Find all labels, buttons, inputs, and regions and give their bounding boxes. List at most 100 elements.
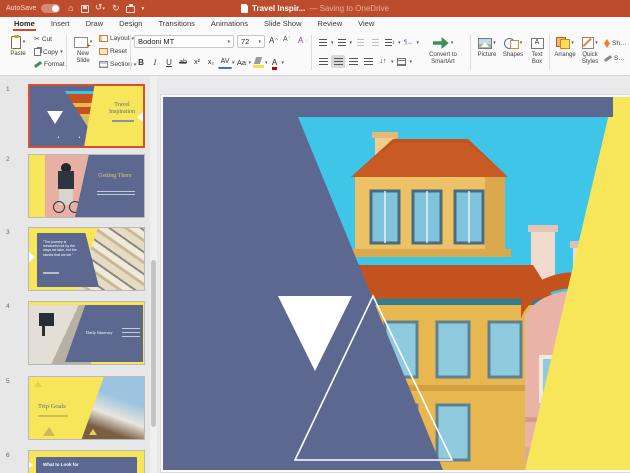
shrink-font-button[interactable]: Aˇ <box>283 36 290 43</box>
format-painter-icon <box>34 61 42 68</box>
align-right-button[interactable] <box>346 55 360 68</box>
change-case-button[interactable]: Aa <box>235 56 249 69</box>
tab-animations[interactable]: Animations <box>203 17 256 31</box>
increase-indent-button[interactable] <box>368 36 382 49</box>
autosave-toggle[interactable] <box>41 4 60 13</box>
slide-number: 6 <box>6 452 10 459</box>
triangle-decorations[interactable] <box>163 97 630 470</box>
align-objects-caret[interactable]: ▾ <box>410 59 413 65</box>
shape-outline-icon <box>604 55 612 62</box>
shape-outline-button[interactable]: Shape Outline <box>604 55 628 62</box>
font-size-combo[interactable]: 72▾ <box>237 35 265 48</box>
align-center-button[interactable] <box>331 55 345 68</box>
copy-button[interactable]: Copy▾ <box>34 48 63 56</box>
slide-number: 4 <box>6 303 10 310</box>
bullets-caret[interactable]: ▾ <box>331 40 334 46</box>
character-spacing-button[interactable]: AV <box>218 57 232 69</box>
slide-thumbnail-5[interactable]: Trip Goals <box>28 376 145 440</box>
format-painter-button[interactable]: Format <box>34 61 65 68</box>
font-name-combo[interactable]: Bodoni MT▾ <box>134 35 234 48</box>
reset-icon <box>99 48 108 55</box>
slide-thumbnail-3[interactable]: "The journey is measured not by the ways… <box>28 227 145 291</box>
decrease-indent-button[interactable] <box>353 36 367 49</box>
text-highlight-button[interactable] <box>251 56 265 69</box>
slide-thumbnail-2[interactable]: Getting There <box>28 154 145 218</box>
text-direction-icon: ¶↔ <box>404 40 413 46</box>
tab-design[interactable]: Design <box>111 17 150 31</box>
picture-button[interactable]: ▾ Picture <box>474 35 500 59</box>
ribbon-tab-bar: Home Insert Draw Design Transitions Anim… <box>0 17 630 31</box>
clear-formatting-button[interactable]: A◌ <box>298 36 308 45</box>
font-color-caret[interactable]: ▾ <box>282 60 285 66</box>
tab-view[interactable]: View <box>350 17 382 31</box>
tab-slideshow[interactable]: Slide Show <box>256 17 310 31</box>
solid-triangle <box>278 296 352 371</box>
redo-icon[interactable]: ↻ <box>110 4 121 13</box>
font-color-button[interactable]: A <box>268 56 282 69</box>
layout-button[interactable]: Layout▾ <box>99 35 134 42</box>
superscript-button[interactable]: x² <box>190 56 204 69</box>
tab-transitions[interactable]: Transitions <box>150 17 202 31</box>
line-spacing-icon <box>385 39 392 46</box>
bullets-button[interactable] <box>316 36 330 49</box>
paste-button[interactable]: ▾ Paste <box>4 34 32 58</box>
vertical-align-button[interactable]: ↓↑ <box>376 55 390 68</box>
cut-button[interactable]: ✂Cut <box>34 35 52 43</box>
numbering-button[interactable] <box>335 36 349 49</box>
slide-thumbnail-1[interactable]: Travel Inspiration <box>28 84 145 148</box>
thumb2-title: Getting There <box>91 173 139 180</box>
align-objects-button[interactable] <box>395 55 409 68</box>
undo-icon[interactable]: ↺▾ <box>94 3 105 14</box>
align-right-icon <box>349 58 358 65</box>
numbering-icon <box>338 39 346 46</box>
text-box-button[interactable]: A Text Box <box>526 35 548 65</box>
picture-icon <box>478 38 492 49</box>
vertical-align-caret[interactable]: ▾ <box>391 59 394 65</box>
italic-button[interactable]: I <box>148 56 162 69</box>
line-spacing-caret[interactable]: ▾ <box>398 40 401 46</box>
slide-thumbnail-4[interactable]: Daily Itinerary <box>28 301 145 365</box>
align-left-button[interactable] <box>316 55 330 68</box>
thumb3-quote: "The journey is measured not by the ways… <box>43 240 79 257</box>
ribbon-separator <box>130 35 131 70</box>
line-spacing-button[interactable]: ↕ <box>383 36 397 49</box>
bold-button[interactable]: B <box>134 56 148 69</box>
text-direction-button[interactable]: ¶↔ <box>402 36 416 49</box>
convert-smartart-button[interactable]: ▾ Convert to SmartArt <box>418 35 468 65</box>
tab-insert[interactable]: Insert <box>43 17 78 31</box>
thumb1-marker <box>137 112 143 122</box>
subscript-button[interactable]: x₂ <box>204 56 218 69</box>
shapes-button[interactable]: ▾ Shapes <box>500 35 526 59</box>
slide-thumbnail-6[interactable]: What to Look for <box>28 450 145 473</box>
slide-number: 1 <box>6 86 10 93</box>
new-slide-button[interactable]: ▾ New Slide <box>70 34 96 64</box>
panel-scrollbar[interactable] <box>150 76 157 473</box>
layout-icon <box>99 35 108 42</box>
save-icon[interactable] <box>81 5 89 13</box>
tab-draw[interactable]: Draw <box>78 17 112 31</box>
panel-scrollbar-thumb[interactable] <box>151 260 156 427</box>
ribbon-separator <box>470 35 471 70</box>
toggle-knob <box>52 5 59 12</box>
reset-button[interactable]: Reset <box>99 48 127 55</box>
grow-font-button[interactable]: A^ <box>269 36 278 45</box>
justify-button[interactable] <box>361 55 375 68</box>
underline-button[interactable]: U <box>162 56 176 69</box>
section-icon <box>99 61 108 68</box>
arrange-button[interactable]: ▾ Arrange <box>552 35 578 59</box>
ribbon-separator <box>549 35 550 70</box>
cut-icon: ✂ <box>34 35 40 43</box>
numbering-caret[interactable]: ▾ <box>350 40 353 46</box>
align-left-icon <box>319 58 328 65</box>
print-icon[interactable] <box>126 6 135 13</box>
slide-number: 5 <box>6 378 10 385</box>
home-icon[interactable]: ⌂ <box>65 4 76 13</box>
strikethrough-button[interactable]: ab <box>176 56 190 69</box>
customize-toolbar-icon[interactable]: ▼ <box>140 6 145 12</box>
quick-styles-button[interactable]: ▾ Quick Styles <box>578 35 602 65</box>
increase-indent-icon <box>372 39 379 46</box>
tab-review[interactable]: Review <box>310 17 351 31</box>
shape-fill-button[interactable]: Shape Fill <box>604 39 628 48</box>
tab-home[interactable]: Home <box>6 17 43 31</box>
slide-editor[interactable] <box>163 97 630 470</box>
